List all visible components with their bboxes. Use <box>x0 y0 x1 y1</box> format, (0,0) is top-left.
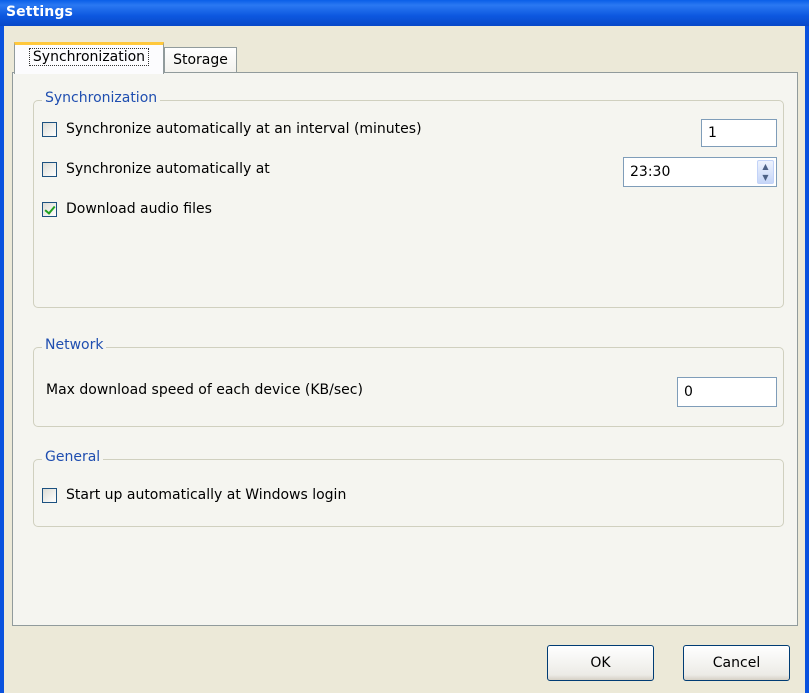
interval-row: Synchronize automatically at an interval… <box>42 121 422 137</box>
max-speed-label: Max download speed of each device (KB/se… <box>46 382 363 398</box>
interval-input[interactable] <box>701 119 777 147</box>
synchronization-legend: Synchronization <box>42 90 161 106</box>
network-legend: Network <box>42 337 107 353</box>
cancel-button[interactable]: Cancel <box>683 645 790 681</box>
window-frame-left <box>0 26 4 693</box>
startup-row: Start up automatically at Windows login <box>42 487 346 503</box>
sync-at-label: Synchronize automatically at <box>66 161 270 177</box>
interval-label: Synchronize automatically at an interval… <box>66 121 422 137</box>
ok-button[interactable]: OK <box>547 645 654 681</box>
tab-storage-label: Storage <box>173 52 228 68</box>
startup-checkbox[interactable] <box>42 487 57 503</box>
title-bar[interactable]: Settings <box>0 0 809 26</box>
download-audio-checkbox[interactable] <box>42 201 57 217</box>
sync-at-row: Synchronize automatically at <box>42 161 270 177</box>
tab-synchronization[interactable]: Synchronization <box>14 42 164 74</box>
network-group: Network Max download speed of each devic… <box>33 337 784 427</box>
tab-storage[interactable]: Storage <box>164 47 237 74</box>
tab-synchronization-label: Synchronization <box>28 48 150 66</box>
sync-at-checkbox[interactable] <box>42 161 57 177</box>
window-title: Settings <box>6 4 73 20</box>
time-spinner-icon[interactable]: ▲ ▼ <box>757 160 774 184</box>
tab-panel: Synchronization Synchronize automaticall… <box>12 72 798 626</box>
general-group: General Start up automatically at Window… <box>33 449 784 527</box>
interval-checkbox[interactable] <box>42 121 57 137</box>
settings-dialog: Settings Synchronization Storage Synchro… <box>0 0 809 693</box>
max-speed-row: Max download speed of each device (KB/se… <box>46 382 363 398</box>
startup-label: Start up automatically at Windows login <box>66 487 347 503</box>
sync-time-field[interactable]: ▲▼ <box>623 157 777 187</box>
window-frame-right <box>805 26 809 693</box>
max-speed-input[interactable] <box>677 377 777 407</box>
general-legend: General <box>42 449 104 465</box>
download-audio-row: Download audio files <box>42 201 212 217</box>
download-audio-label: Download audio files <box>66 201 212 217</box>
sync-time-input[interactable] <box>623 157 777 187</box>
synchronization-group: Synchronization Synchronize automaticall… <box>33 90 784 308</box>
